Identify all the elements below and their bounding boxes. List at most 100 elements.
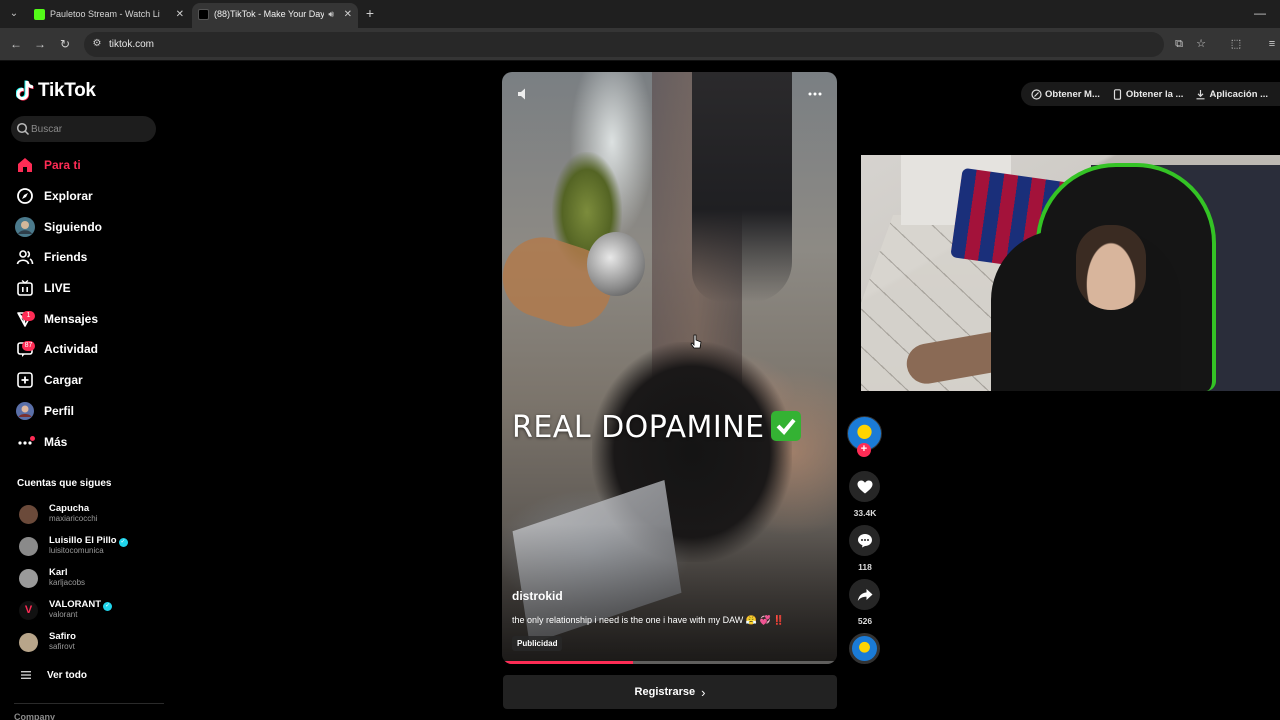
register-button[interactable]: Registrarse › <box>503 675 837 709</box>
more-options-icon[interactable] <box>807 86 823 102</box>
close-tab-icon[interactable]: ✕ <box>344 3 352 26</box>
sidebar-item-label: LIVE <box>44 281 71 296</box>
sidebar-item-mas[interactable]: Más <box>14 426 164 457</box>
like-button[interactable] <box>849 471 880 502</box>
messages-icon: 1 <box>14 308 36 330</box>
tab-pauletoo[interactable]: Pauletoo Stream - Watch Live o ✕ <box>28 3 190 28</box>
following-account-karl[interactable]: Karl karljacobs <box>17 567 167 593</box>
sidebar-item-live[interactable]: LIVE <box>14 273 164 304</box>
new-tab-button[interactable]: + <box>362 5 378 21</box>
sidebar-item-label: Siguiendo <box>44 219 102 234</box>
account-name-text: Luisillo El Pillo <box>49 535 117 546</box>
see-all-link[interactable]: Ver todo <box>17 668 87 682</box>
browser-toolbar: ← → ↻ ⚙ tiktok.com ⧉ ☆ ⬚ ≡ <box>0 28 1280 61</box>
sidebar-item-explorar[interactable]: Explorar <box>14 181 164 212</box>
music-disc-icon[interactable] <box>849 633 880 664</box>
following-account-valorant[interactable]: V VALORANT ✓ valorant <box>17 599 167 625</box>
more-icon <box>14 431 36 453</box>
video-progress-fill <box>502 661 633 664</box>
video-scene <box>587 232 645 296</box>
close-tab-icon[interactable]: ✕ <box>176 3 184 26</box>
video-player[interactable]: REAL DOPAMINE distrokid the only relatio… <box>502 72 837 664</box>
sidebar-item-label: Friends <box>44 250 88 265</box>
site-info-icon[interactable]: ⚙ <box>90 37 104 51</box>
comment-icon <box>857 534 872 548</box>
sidebar-item-cargar[interactable]: Cargar <box>14 365 164 396</box>
tab-search-icon[interactable]: ⌄ <box>6 6 22 22</box>
browser-menu-icon[interactable]: ≡ <box>1264 36 1280 52</box>
messages-badge: 1 <box>22 310 35 321</box>
forward-arrow-icon[interactable]: → <box>32 36 48 52</box>
sidebar-item-siguiendo[interactable]: Siguiendo <box>14 211 164 242</box>
video-description: the only relationship i need is the one … <box>512 615 785 625</box>
address-bar[interactable]: ⚙ tiktok.com <box>84 32 1164 57</box>
comment-button[interactable] <box>849 525 880 556</box>
url-text[interactable]: tiktok.com <box>109 32 154 57</box>
sidebar-item-para-ti[interactable]: Para ti <box>14 150 164 181</box>
share-count: 526 <box>857 616 873 626</box>
sidebar-item-label: Más <box>44 434 68 449</box>
webcam-scene <box>1076 225 1146 310</box>
check-mark-emoji-icon <box>770 411 801 441</box>
video-overlay-caption: REAL DOPAMINE <box>512 410 801 445</box>
pill-label: Obtener la ... <box>1125 88 1184 100</box>
get-app-pill[interactable]: Obtener la ... <box>1112 88 1184 100</box>
sidebar-item-label: Perfil <box>44 403 75 418</box>
desktop-app-pill[interactable]: Aplicación ... <box>1195 89 1268 100</box>
more-dot-badge <box>30 435 35 441</box>
sidebar-item-perfil[interactable]: Perfil <box>14 396 164 427</box>
activity-icon: 87 <box>14 338 36 360</box>
sidebar-item-friends[interactable]: Friends <box>14 242 164 273</box>
follow-plus-icon[interactable]: + <box>857 443 871 457</box>
chevron-right-icon: › <box>701 684 706 700</box>
back-arrow-icon[interactable]: ← <box>8 36 24 52</box>
window-minimize-icon[interactable]: — <box>1254 6 1266 20</box>
tiktok-logo[interactable]: TikTok <box>16 78 96 104</box>
caption-text: REAL DOPAMINE <box>512 410 765 445</box>
phone-icon <box>1113 88 1122 100</box>
search-icon <box>16 122 30 136</box>
coin-icon <box>1031 88 1042 100</box>
share-button[interactable] <box>849 579 880 610</box>
search-box[interactable] <box>11 116 156 142</box>
tab-tiktok[interactable]: (88)TikTok - Make Your Day 🔊︎ ✕ <box>192 3 358 28</box>
sidebar-divider <box>14 703 164 704</box>
extensions-icon[interactable]: ⬚ <box>1228 36 1244 52</box>
avatar <box>19 505 38 524</box>
speaker-icon[interactable]: 🔊︎ <box>328 3 334 26</box>
profile-avatar-icon <box>14 400 36 422</box>
tab-title: (88)TikTok - Make Your Day <box>214 9 324 19</box>
get-app-pills: Obtener M... Obtener la ... Aplicación .… <box>1021 82 1280 106</box>
reload-icon[interactable]: ↻ <box>57 36 73 52</box>
account-username: valorant <box>49 610 78 619</box>
video-author[interactable]: distrokid <box>512 589 563 603</box>
avatar <box>19 569 38 588</box>
verified-check-icon: ✓ <box>103 602 113 611</box>
avatar <box>19 633 38 652</box>
get-coins-pill[interactable]: Obtener M... <box>1031 89 1100 100</box>
video-scene <box>692 72 792 302</box>
like-count: 33.4K <box>853 508 877 518</box>
following-account-luisillo[interactable]: Luisillo El Pillo ✓ luisitocomunica <box>17 535 167 561</box>
kick-favicon-icon <box>34 9 45 20</box>
tiktok-favicon-icon <box>198 9 209 20</box>
sidebar-item-label: Para ti <box>44 158 81 173</box>
account-username: maxiaricocchi <box>49 514 98 523</box>
webcam-overlay <box>861 155 1280 391</box>
following-account-safiro[interactable]: Safiro safirovt <box>17 631 167 657</box>
following-account-capucha[interactable]: Capucha maxiaricocchi <box>17 503 167 529</box>
sidebar-item-actividad[interactable]: 87 Actividad <box>14 334 164 365</box>
avatar <box>19 537 38 556</box>
mute-icon[interactable] <box>516 86 532 102</box>
install-app-icon[interactable]: ⧉ <box>1171 36 1187 52</box>
account-name: Karl <box>49 567 68 578</box>
home-icon <box>14 154 36 176</box>
sidebar-item-mensajes[interactable]: 1 Mensajes <box>14 303 164 334</box>
bookmark-star-icon[interactable]: ☆ <box>1193 36 1209 52</box>
search-input[interactable] <box>31 116 151 142</box>
video-progress-bar[interactable] <box>502 661 837 664</box>
compass-icon <box>14 185 36 207</box>
logo-text: TikTok <box>38 80 96 101</box>
register-label: Registrarse <box>634 686 696 698</box>
friends-icon <box>14 246 36 268</box>
